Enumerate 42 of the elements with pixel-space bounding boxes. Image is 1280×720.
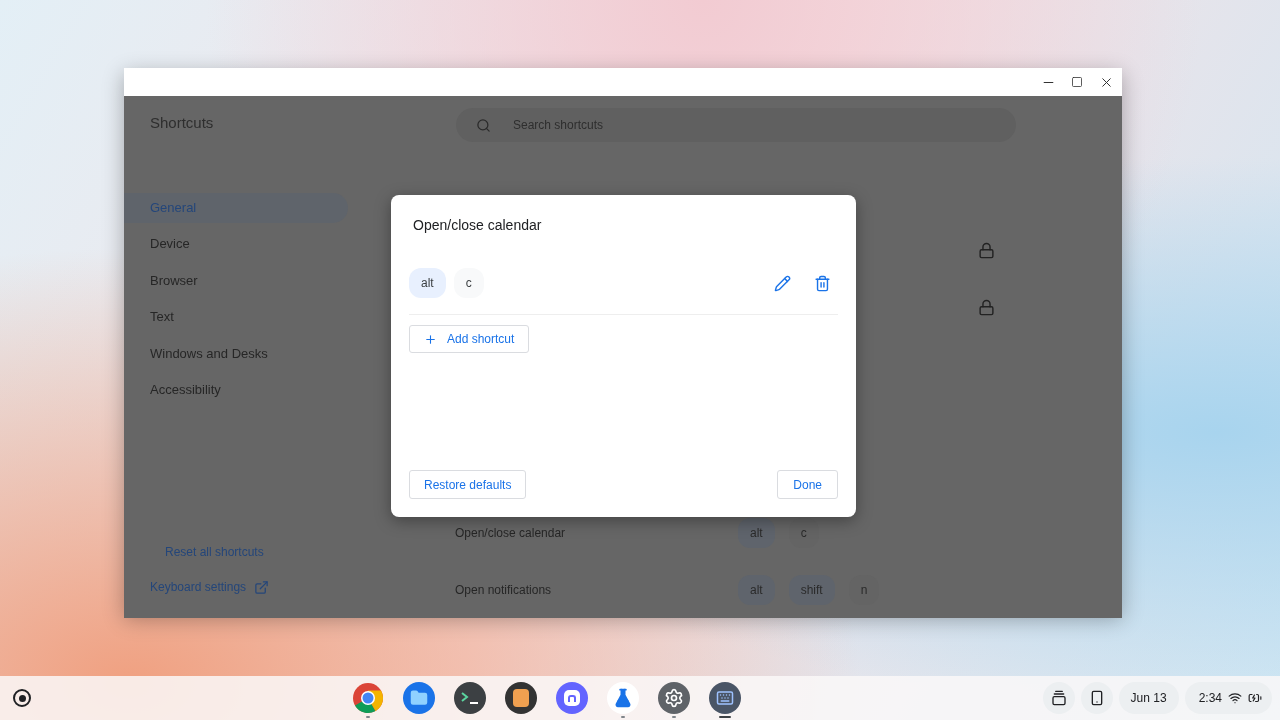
external-link-icon xyxy=(254,579,270,595)
screen-capture-button[interactable] xyxy=(1042,682,1075,714)
dialog-title: Open/close calendar xyxy=(413,216,543,235)
flask-icon[interactable] xyxy=(607,682,640,714)
wifi-icon xyxy=(1228,691,1242,705)
modifier-key: alt xyxy=(738,517,775,548)
search-icon xyxy=(476,118,491,133)
browser-icon[interactable] xyxy=(352,682,385,714)
add-shortcut-button[interactable]: Add shortcut xyxy=(409,325,530,353)
nav-item[interactable]: Accessibility xyxy=(124,375,348,405)
date-button[interactable]: Jun 13 xyxy=(1118,682,1179,714)
done-button[interactable]: Done xyxy=(777,470,838,499)
pencil-icon xyxy=(773,274,791,292)
chat-app-icon[interactable] xyxy=(556,682,589,714)
key: c xyxy=(453,268,484,298)
modifier-key: shift xyxy=(788,574,835,605)
settings-icon[interactable] xyxy=(658,682,691,714)
stacked-pages-icon xyxy=(1050,690,1067,706)
shortcut-name: Open/close calendar xyxy=(455,524,567,542)
nav-item[interactable]: Windows and Desks xyxy=(124,338,348,369)
launcher-button[interactable] xyxy=(13,689,31,707)
app-title: Shortcuts xyxy=(150,113,215,133)
modifier-key: alt xyxy=(409,268,446,298)
clock: 2:34 xyxy=(1198,690,1222,707)
reset-link[interactable]: Reset all shortcuts xyxy=(165,543,454,561)
phone-hub-button[interactable] xyxy=(1080,682,1113,714)
shortcut-name: Open notifications xyxy=(455,581,553,599)
plus-icon xyxy=(424,332,437,346)
folder-icon[interactable] xyxy=(403,682,436,714)
status-area[interactable]: 2:34 xyxy=(1184,682,1272,714)
nav-item[interactable]: Text xyxy=(124,302,348,332)
keyboard-icon[interactable] xyxy=(709,682,742,714)
nav-item[interactable]: General xyxy=(124,192,348,223)
modifier-key: alt xyxy=(738,574,775,605)
keyboard-settings-link[interactable]: Keyboard settings xyxy=(150,578,454,596)
battery-icon xyxy=(1248,691,1262,705)
restore-defaults-button[interactable]: Restore defaults xyxy=(409,470,527,499)
nav-item[interactable]: Device xyxy=(124,229,348,259)
trash-icon xyxy=(813,274,831,292)
nav-item[interactable]: Browser xyxy=(124,265,348,296)
terminal-icon[interactable] xyxy=(454,682,487,714)
app-icon[interactable] xyxy=(505,682,538,714)
